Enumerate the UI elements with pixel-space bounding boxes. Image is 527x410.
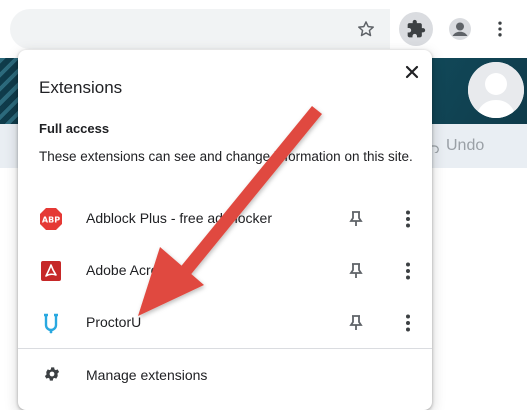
extension-item-proctoru[interactable]: ProctorU <box>18 297 432 349</box>
extensions-button[interactable] <box>399 12 433 46</box>
browser-menu-button[interactable] <box>483 12 517 46</box>
section-description: These extensions can see and change info… <box>39 149 413 164</box>
popup-divider <box>18 348 432 349</box>
vertical-dots-icon <box>406 262 410 280</box>
popup-title: Extensions <box>39 78 123 97</box>
adobe-acrobat-icon <box>39 259 63 283</box>
vertical-dots-icon <box>498 21 502 37</box>
address-bar[interactable] <box>10 9 390 49</box>
pin-button[interactable] <box>344 259 368 283</box>
extension-name: Adobe Acrobat <box>86 262 178 278</box>
puzzle-piece-icon <box>407 19 426 38</box>
adblock-plus-logo-text: ABP <box>42 216 60 225</box>
vertical-dots-icon <box>406 210 410 228</box>
extensions-popup: Extensions Full access These extensions … <box>18 50 432 410</box>
more-actions-button[interactable] <box>396 259 420 283</box>
user-avatar[interactable] <box>468 62 524 118</box>
profile-button[interactable] <box>443 12 477 46</box>
section-title: Full access <box>39 121 110 136</box>
extension-item-adobe-acrobat[interactable]: Adobe Acrobat <box>18 245 432 297</box>
bookmark-star-button[interactable] <box>349 12 383 46</box>
more-actions-button[interactable] <box>396 311 420 335</box>
star-icon <box>358 21 374 37</box>
pin-button[interactable] <box>344 311 368 335</box>
gear-icon <box>42 364 62 384</box>
undo-button[interactable]: Undo <box>426 137 484 155</box>
pin-icon <box>349 315 363 330</box>
avatar-person-icon <box>468 62 524 118</box>
extension-name: Adblock Plus - free ad blocker <box>86 210 272 226</box>
close-button[interactable] <box>398 58 426 86</box>
adblock-plus-icon: ABP <box>39 207 63 231</box>
more-actions-button[interactable] <box>396 207 420 231</box>
close-icon <box>405 65 419 79</box>
profile-avatar-icon <box>449 18 471 40</box>
pin-icon <box>349 211 363 226</box>
extension-name: ProctorU <box>86 314 142 330</box>
proctoru-icon <box>39 311 63 335</box>
pin-button[interactable] <box>344 207 368 231</box>
extension-item-adblock-plus[interactable]: ABP Adblock Plus - free ad blocker <box>18 193 432 245</box>
undo-label: Undo <box>446 137 485 154</box>
vertical-dots-icon <box>406 314 410 332</box>
manage-extensions-button[interactable]: Manage extensions <box>18 350 432 400</box>
pin-icon <box>349 263 363 278</box>
manage-extensions-label: Manage extensions <box>86 367 208 383</box>
